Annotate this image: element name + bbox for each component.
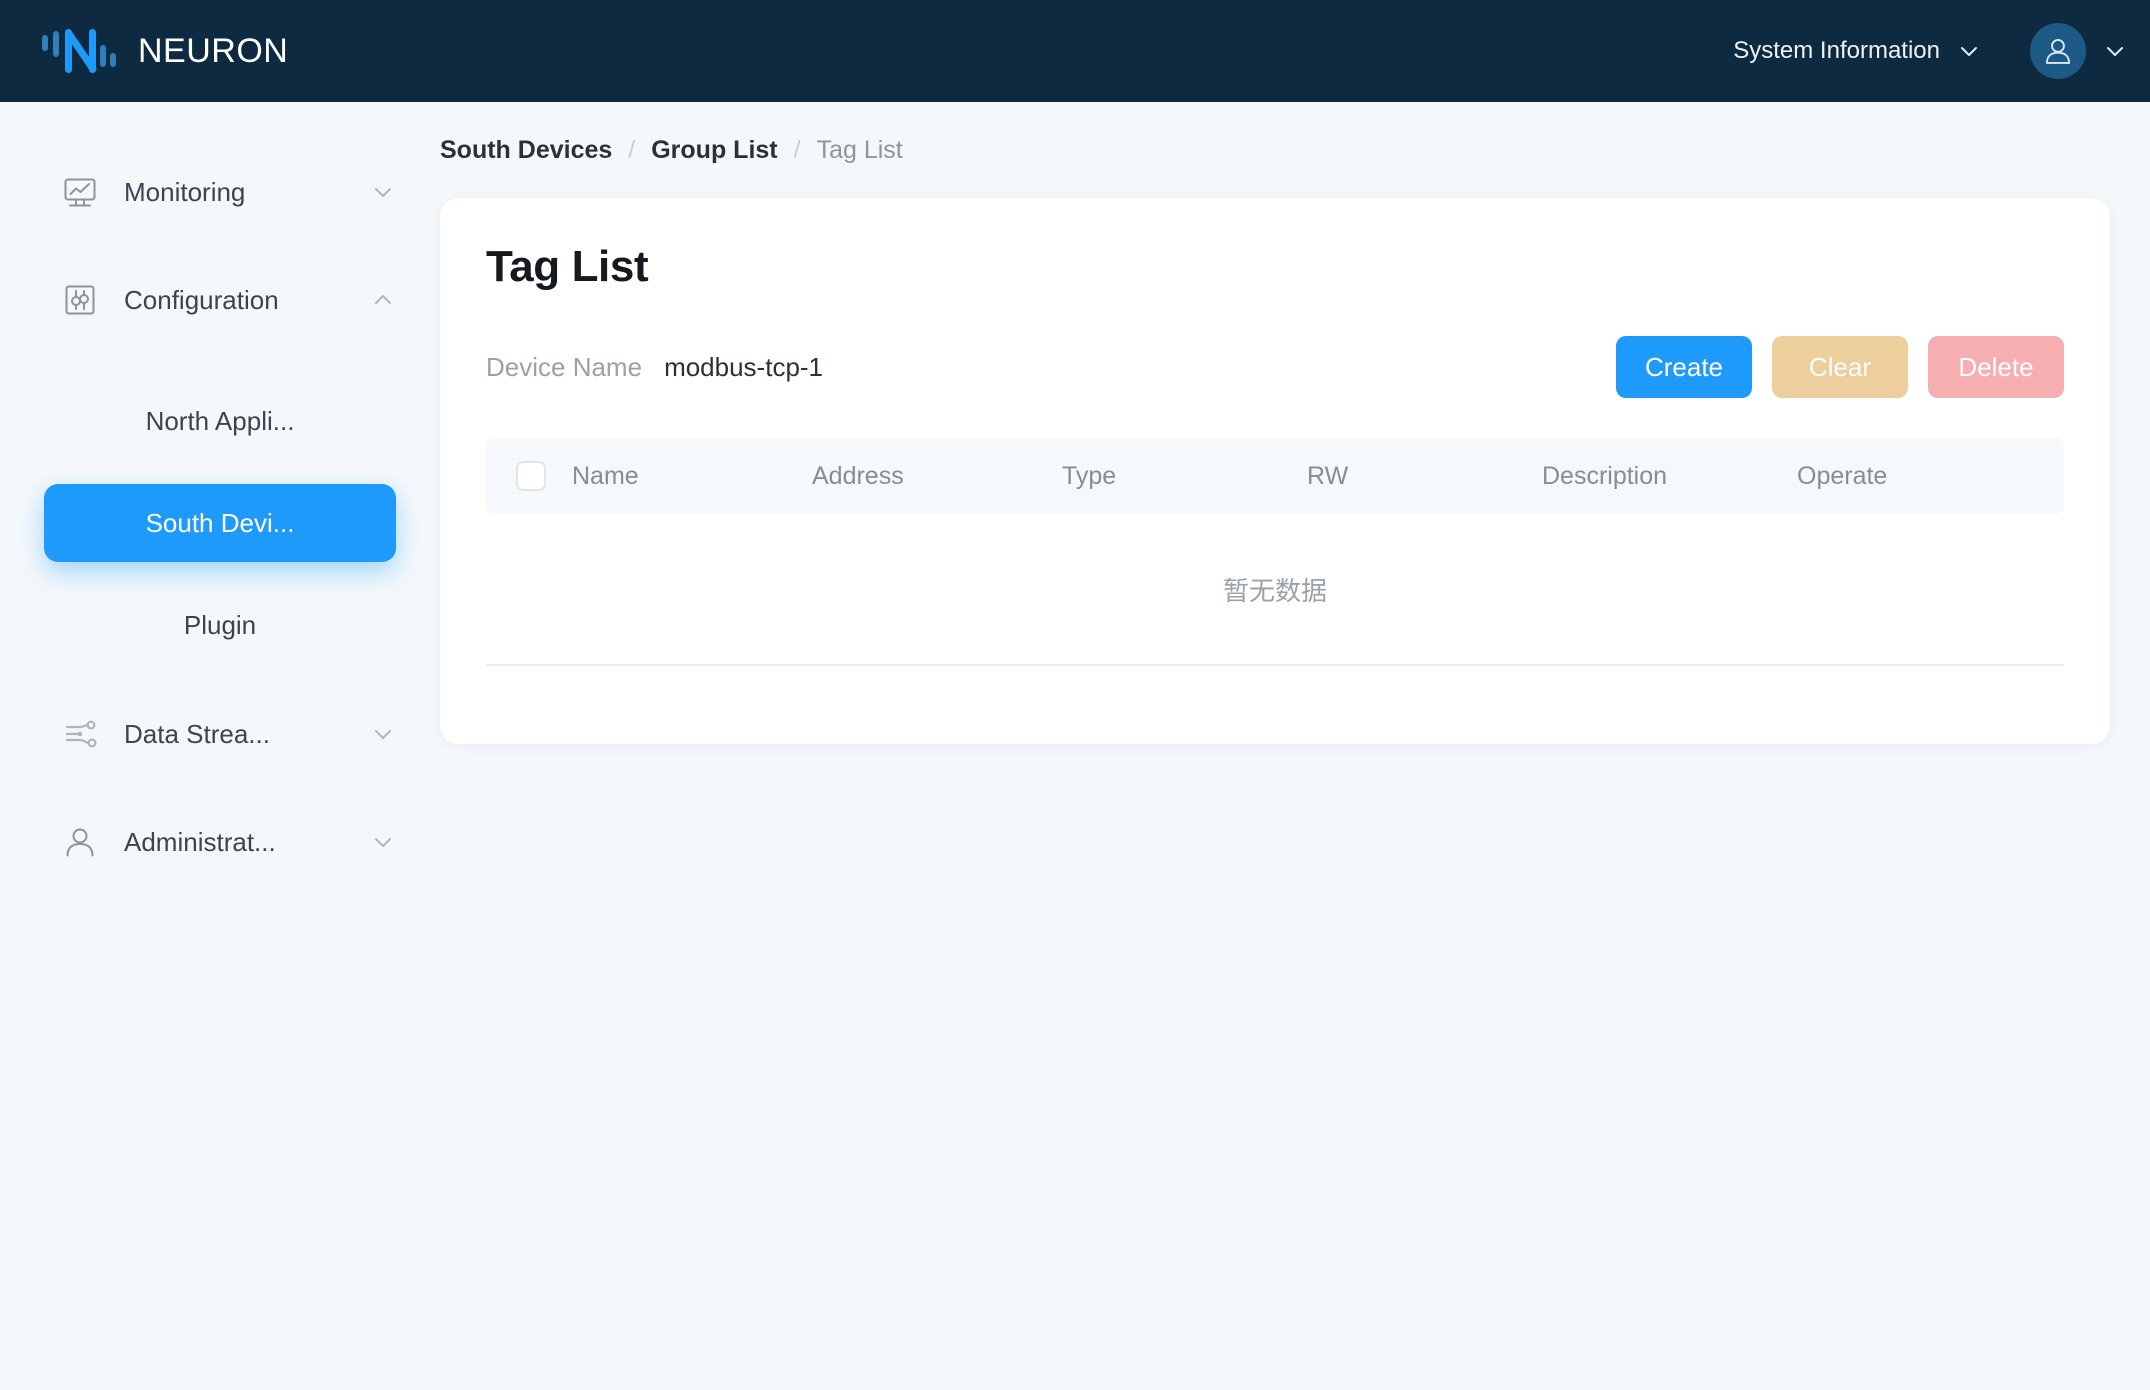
sidebar-item-monitoring[interactable]: Monitoring xyxy=(0,162,440,222)
sidebar-item-south-devices[interactable]: South Devi... xyxy=(44,484,396,562)
avatar xyxy=(2030,23,2086,79)
app-header: NEURON System Information xyxy=(0,0,2150,102)
column-header-rw: RW xyxy=(1307,461,1349,490)
user-menu[interactable] xyxy=(2030,23,2126,79)
sidebar-item-label: South Devi... xyxy=(145,507,295,538)
main-content: South Devices / Group List / Tag List Ta… xyxy=(440,102,2150,1390)
sidebar-item-north-applications[interactable]: North Appli... xyxy=(44,382,396,460)
sidebar-item-plugin[interactable]: Plugin xyxy=(44,586,396,664)
neuron-logo-icon xyxy=(40,25,118,77)
breadcrumb-item-south-devices[interactable]: South Devices xyxy=(440,136,612,165)
column-header-name: Name xyxy=(572,461,639,490)
sidebar-item-administration[interactable]: Administrat... xyxy=(0,812,440,872)
sidebar-item-configuration[interactable]: Configuration xyxy=(0,270,440,330)
sidebar-item-label: North Appli... xyxy=(145,405,295,436)
sidebar-item-label: Monitoring xyxy=(124,176,246,207)
column-header-operate: Operate xyxy=(1797,461,1888,490)
data-stream-icon xyxy=(62,716,98,752)
app-body: Monitoring Configuration North Appli... … xyxy=(0,102,2150,1390)
sliders-square-icon xyxy=(62,282,98,318)
breadcrumb-separator: / xyxy=(793,135,801,164)
breadcrumb-item-tag-list: Tag List xyxy=(816,135,903,164)
create-button[interactable]: Create xyxy=(1616,336,1752,398)
column-header-description: Description xyxy=(1542,461,1668,490)
chevron-down-icon xyxy=(372,831,394,853)
chevron-down-icon xyxy=(2104,40,2126,62)
select-all-checkbox[interactable] xyxy=(516,461,546,491)
brand-name: NEURON xyxy=(138,31,289,70)
delete-button[interactable]: Delete xyxy=(1928,336,2064,398)
sidebar-item-label: Data Strea... xyxy=(124,718,270,749)
chevron-down-icon xyxy=(1958,40,1980,62)
column-header-address: Address xyxy=(812,461,904,490)
monitor-chart-icon xyxy=(62,174,98,210)
breadcrumb-separator: / xyxy=(628,135,636,164)
sidebar-item-label: Plugin xyxy=(183,609,257,640)
breadcrumb: South Devices / Group List / Tag List xyxy=(440,102,2110,198)
card-toolbar: Device Name modbus-tcp-1 Create Clear De… xyxy=(486,336,2064,398)
person-icon xyxy=(62,824,98,860)
system-information-menu[interactable]: System Information xyxy=(1723,29,1990,73)
device-name-label: Device Name xyxy=(486,351,643,382)
clear-button[interactable]: Clear xyxy=(1772,336,1908,398)
table-empty-state: 暂无数据 xyxy=(486,514,2064,666)
chevron-down-icon xyxy=(372,181,394,203)
sidebar-item-data-stream[interactable]: Data Strea... xyxy=(0,704,440,764)
chevron-up-icon xyxy=(372,289,394,311)
sidebar-item-label: Configuration xyxy=(124,284,279,315)
action-buttons: Create Clear Delete xyxy=(1616,336,2064,398)
sidebar: Monitoring Configuration North Appli... … xyxy=(0,102,440,1390)
header-actions: System Information xyxy=(1723,23,2126,79)
page-title: Tag List xyxy=(486,242,649,291)
brand: NEURON xyxy=(40,25,288,77)
system-information-label: System Information xyxy=(1733,37,1940,64)
sidebar-item-label: Administrat... xyxy=(124,826,276,857)
tag-list-card: Tag List Device Name modbus-tcp-1 Create… xyxy=(440,198,2110,744)
tag-table: Name Address Type RW Description Operate… xyxy=(486,438,2064,666)
device-name-value: modbus-tcp-1 xyxy=(664,351,824,382)
chevron-down-icon xyxy=(372,723,394,745)
device-name-field: Device Name modbus-tcp-1 xyxy=(486,352,823,383)
column-header-type: Type xyxy=(1062,461,1117,490)
select-all-cell xyxy=(516,461,572,491)
breadcrumb-item-group-list[interactable]: Group List xyxy=(651,136,777,165)
table-header-row: Name Address Type RW Description Operate xyxy=(486,438,2064,514)
